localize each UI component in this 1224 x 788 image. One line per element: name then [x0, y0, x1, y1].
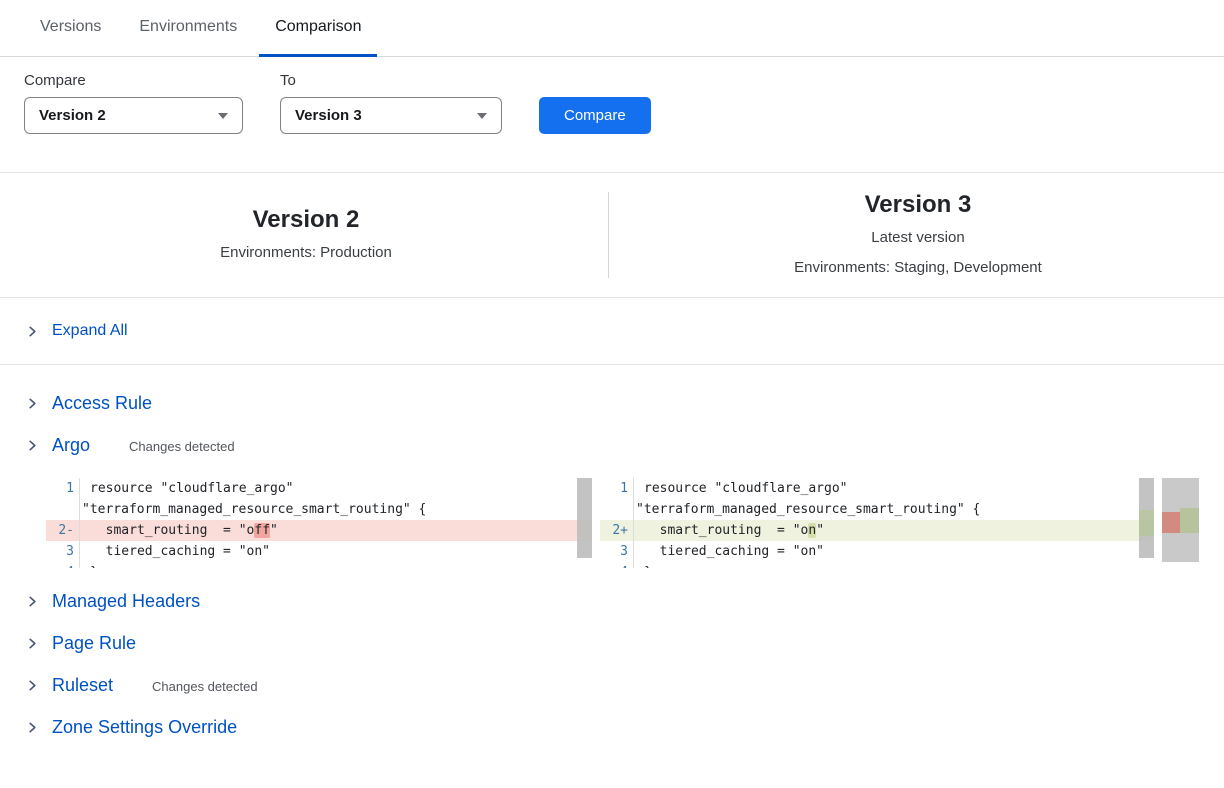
- version-right-environments: Environments: Staging, Development: [652, 254, 1184, 281]
- code-text: smart_routing = "on": [634, 520, 824, 541]
- chevron-right-icon[interactable]: [26, 595, 39, 608]
- changes-detected-badge: Changes detected: [129, 436, 235, 454]
- section-ruleset[interactable]: Ruleset Changes detected: [26, 664, 1200, 706]
- code-text: resource "cloudflare_argo": [80, 478, 294, 499]
- section-access-rule[interactable]: Access Rule: [26, 382, 1200, 424]
- code-text: "terraform_managed_resource_smart_routin…: [80, 499, 426, 520]
- changes-detected-badge: Changes detected: [152, 676, 258, 694]
- section-label[interactable]: Access Rule: [52, 393, 152, 414]
- code-row: 1 resource "cloudflare_argo": [46, 478, 592, 499]
- section-label[interactable]: Page Rule: [52, 633, 136, 654]
- line-number: 4: [46, 562, 80, 568]
- section-label[interactable]: Argo: [52, 435, 90, 456]
- expand-all-row[interactable]: Expand All: [0, 298, 1224, 364]
- version-left-title: Version 2: [40, 204, 572, 236]
- compare-label: Compare: [24, 72, 243, 89]
- code-text: "terraform_managed_resource_smart_routin…: [634, 499, 980, 520]
- line-number: 2-: [46, 520, 80, 541]
- tab-bar: Versions Environments Comparison: [0, 0, 1224, 57]
- compare-controls: Compare Version 2 To Version 3 Compare: [0, 57, 1224, 134]
- to-version-value: Version 3: [295, 107, 362, 124]
- version-right-title: Version 3: [652, 189, 1184, 221]
- chevron-right-icon[interactable]: [26, 679, 39, 692]
- code-row-added: 2+ smart_routing = "on": [600, 520, 1154, 541]
- version-right-latest: Latest version: [652, 224, 1184, 251]
- version-headers: Version 2 Environments: Production Versi…: [0, 173, 1224, 297]
- line-number: 3: [600, 541, 634, 562]
- section-label[interactable]: Managed Headers: [52, 591, 200, 612]
- expand-all-link[interactable]: Expand All: [52, 322, 128, 340]
- code-row-clipped: 4 }: [46, 562, 592, 568]
- diff-panel-left: 1 resource "cloudflare_argo" "terraform_…: [46, 478, 592, 568]
- compare-field: Compare Version 2: [24, 72, 243, 134]
- chevron-right-icon[interactable]: [26, 397, 39, 410]
- compare-version-value: Version 2: [39, 107, 106, 124]
- compare-button[interactable]: Compare: [539, 97, 651, 134]
- code-row-clipped: 4 }: [600, 562, 1154, 568]
- section-zone-settings-override[interactable]: Zone Settings Override: [26, 706, 1200, 748]
- code-row: 3 tiered_caching = "on": [46, 541, 592, 562]
- code-row-wrapped: "terraform_managed_resource_smart_routin…: [46, 499, 592, 520]
- line-number: 4: [600, 562, 634, 568]
- caret-down-icon: [477, 113, 487, 119]
- sections-list: Access Rule Argo Changes detected 1 reso…: [0, 365, 1224, 788]
- code-text: resource "cloudflare_argo": [634, 478, 848, 499]
- code-text: smart_routing = "off": [80, 520, 278, 541]
- overview-removed-mark: [1162, 512, 1180, 533]
- line-number: [46, 499, 80, 520]
- section-label[interactable]: Ruleset: [52, 675, 113, 696]
- line-number: 3: [46, 541, 80, 562]
- version-left-environments: Environments: Production: [40, 239, 572, 266]
- section-page-rule[interactable]: Page Rule: [26, 622, 1200, 664]
- tab-comparison[interactable]: Comparison: [259, 0, 377, 57]
- section-managed-headers[interactable]: Managed Headers: [26, 580, 1200, 622]
- line-number: 1: [600, 478, 634, 499]
- line-number: 1: [46, 478, 80, 499]
- to-version-select[interactable]: Version 3: [280, 97, 502, 134]
- code-text: }: [634, 562, 652, 568]
- section-label[interactable]: Zone Settings Override: [52, 717, 237, 738]
- left-scrollbar[interactable]: [577, 478, 592, 558]
- diff-overview-ruler[interactable]: [1162, 478, 1199, 562]
- caret-down-icon: [218, 113, 228, 119]
- to-field: To Version 3: [280, 72, 502, 134]
- to-label: To: [280, 72, 502, 89]
- diff-panel-right: 1 resource "cloudflare_argo" "terraform_…: [600, 478, 1154, 568]
- right-scrollbar[interactable]: [1139, 478, 1154, 558]
- code-row: 3 tiered_caching = "on": [600, 541, 1154, 562]
- version-header-left: Version 2 Environments: Production: [0, 204, 612, 266]
- code-row-removed: 2- smart_routing = "off": [46, 520, 592, 541]
- chevron-right-icon[interactable]: [26, 637, 39, 650]
- scrollbar-change-mark: [1139, 510, 1154, 536]
- chevron-right-icon[interactable]: [26, 325, 39, 338]
- chevron-right-icon[interactable]: [26, 439, 39, 452]
- argo-diff: 1 resource "cloudflare_argo" "terraform_…: [46, 478, 1200, 568]
- removed-word-highlight: ff: [254, 523, 270, 538]
- compare-version-select[interactable]: Version 2: [24, 97, 243, 134]
- tab-environments[interactable]: Environments: [123, 0, 253, 57]
- code-text: tiered_caching = "on": [634, 541, 824, 562]
- overview-added-mark: [1180, 508, 1199, 533]
- chevron-right-icon[interactable]: [26, 721, 39, 734]
- code-text: }: [80, 562, 98, 568]
- line-number: 2+: [600, 520, 634, 541]
- line-number: [600, 499, 634, 520]
- tab-versions[interactable]: Versions: [24, 0, 117, 57]
- code-row-wrapped: "terraform_managed_resource_smart_routin…: [600, 499, 1154, 520]
- code-row: 1 resource "cloudflare_argo": [600, 478, 1154, 499]
- version-header-right: Version 3 Latest version Environments: S…: [612, 189, 1224, 281]
- section-argo[interactable]: Argo Changes detected: [26, 424, 1200, 466]
- code-text: tiered_caching = "on": [80, 541, 270, 562]
